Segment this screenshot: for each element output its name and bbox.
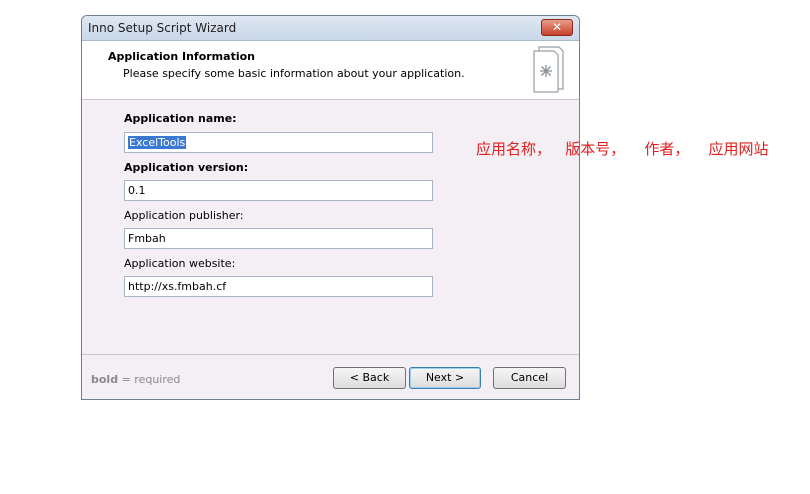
annotation-text: 应用名称， 版本号， 作者， 应用网站 [476,140,769,158]
wizard-window: Inno Setup Script Wizard ✕ Application I… [81,15,580,400]
app-publisher-input[interactable]: Fmbah [124,228,433,249]
back-button-label: < Back [349,371,390,384]
document-icon [533,46,564,93]
app-name-label: Application name: [124,112,237,125]
window-title: Inno Setup Script Wizard [88,21,237,35]
app-name-input[interactable]: ExcelTools [124,132,433,153]
next-button-label: Next > [425,371,465,384]
app-website-input[interactable]: http://xs.fmbah.cf [124,276,433,297]
title-bar[interactable]: Inno Setup Script Wizard ✕ [82,16,579,41]
required-legend: bold = required [91,373,180,386]
wizard-header: Application Information Please specify s… [82,41,579,100]
app-website-label: Application website: [124,257,236,270]
app-version-label: Application version: [124,161,249,174]
app-website-value: http://xs.fmbah.cf [128,280,227,293]
cancel-button[interactable]: Cancel [493,367,566,389]
cancel-button-label: Cancel [510,371,549,384]
page-title: Application Information [108,50,255,63]
app-version-value: 0.1 [128,184,146,197]
app-name-value: ExcelTools [128,136,187,149]
footer-divider [82,354,579,355]
legend-bold-word: bold [91,373,119,386]
app-version-input[interactable]: 0.1 [124,180,433,201]
app-publisher-label: Application publisher: [124,209,244,222]
page-subtitle: Please specify some basic information ab… [123,67,465,80]
next-button[interactable]: Next > [409,367,481,389]
app-publisher-value: Fmbah [128,232,166,245]
legend-text: = required [118,373,181,386]
back-button[interactable]: < Back [333,367,406,389]
close-icon: ✕ [551,20,563,34]
close-button[interactable]: ✕ [541,19,573,36]
